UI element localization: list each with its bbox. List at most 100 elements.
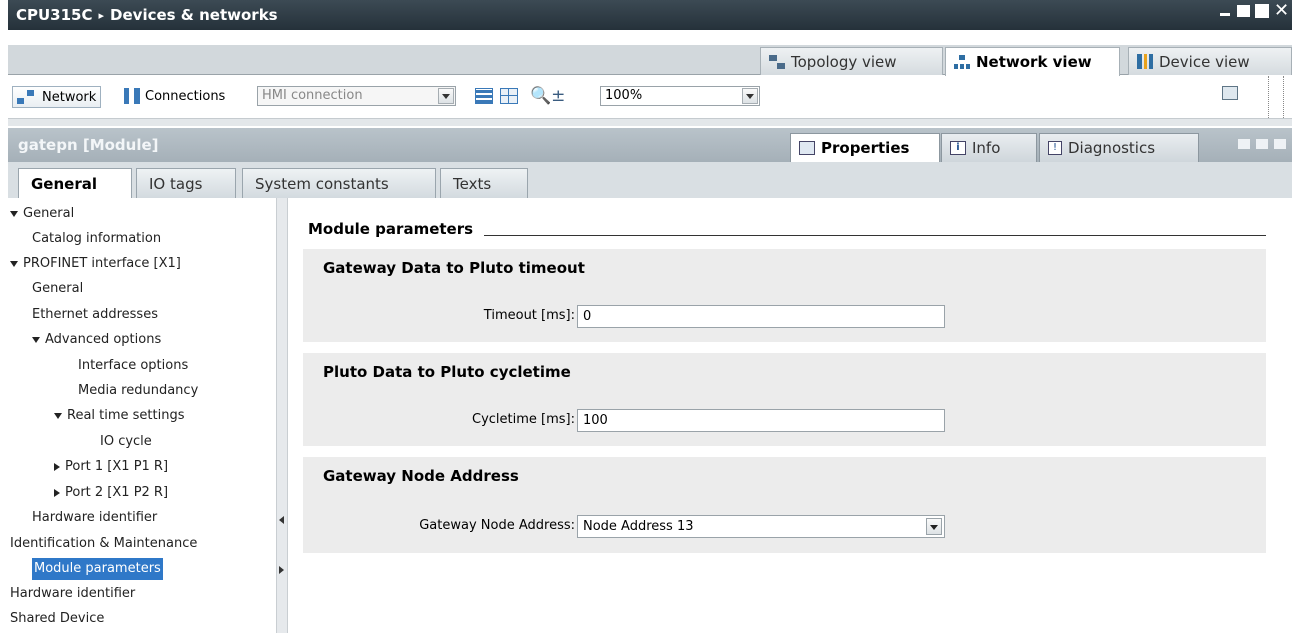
nav-label: Module parameters xyxy=(34,561,161,576)
grid-icon[interactable] xyxy=(500,88,518,104)
nav-item-port-1[interactable]: Port 1 [X1 P1 R] xyxy=(54,456,168,478)
expand-icon[interactable] xyxy=(10,210,18,217)
tab-properties[interactable]: Properties xyxy=(790,133,940,162)
tab-label: IO tags xyxy=(149,174,203,193)
nav-item-module-parameters[interactable]: Module parameters xyxy=(32,558,163,580)
panel-separator[interactable] xyxy=(8,118,1292,126)
nav-label: General xyxy=(23,206,75,221)
tab-label: System constants xyxy=(255,174,389,193)
connections-label: Connections xyxy=(145,88,226,104)
expand-icon[interactable] xyxy=(54,412,62,419)
nav-label: IO cycle xyxy=(100,434,152,449)
nav-label: Shared Device xyxy=(10,611,105,626)
timeout-label: Timeout [ms]: xyxy=(483,308,575,323)
panel-menu-icon[interactable] xyxy=(1256,139,1268,149)
connections-button[interactable]: Connections xyxy=(124,88,225,104)
layout-icon[interactable] xyxy=(1222,86,1238,100)
nav-item-general[interactable]: General xyxy=(10,203,74,225)
nav-label: Identification & Maintenance xyxy=(10,536,198,551)
device-view-icon xyxy=(1137,54,1153,69)
nav-item-interface-general[interactable]: General xyxy=(32,278,83,300)
expand-right-icon[interactable] xyxy=(279,566,284,574)
nav-item-shared-device[interactable]: Shared Device xyxy=(10,608,104,630)
float-panel-icon[interactable] xyxy=(1238,139,1250,149)
tab-label: General xyxy=(31,175,97,193)
node-address-select[interactable]: Node Address 13 xyxy=(577,515,945,538)
inspector-controls xyxy=(1238,139,1286,149)
nav-item-media-redundancy[interactable]: Media redundancy xyxy=(78,380,198,402)
info-icon: i xyxy=(950,141,966,155)
group-title: Gateway Node Address xyxy=(323,467,519,485)
tab-info[interactable]: i Info xyxy=(941,133,1037,162)
breadcrumb-editor: Devices & networks xyxy=(110,6,278,24)
chevron-down-icon[interactable] xyxy=(438,88,454,104)
tab-texts[interactable]: Texts xyxy=(440,168,528,198)
collapse-icon[interactable] xyxy=(54,462,60,471)
tab-label: Topology view xyxy=(791,52,897,71)
timeout-input[interactable]: 0 xyxy=(577,305,945,328)
properties-subtabs: General IO tags System constants Texts xyxy=(8,162,1292,199)
nav-label: Port 1 [X1 P1 R] xyxy=(65,459,169,474)
topology-icon xyxy=(769,54,785,69)
nav-label: Interface options xyxy=(78,358,189,373)
tab-label: Info xyxy=(972,139,1001,157)
minimize-icon[interactable] xyxy=(1218,4,1232,18)
network-label: Network xyxy=(42,89,97,105)
node-address-value: Node Address 13 xyxy=(583,519,694,534)
nav-label: Media redundancy xyxy=(78,383,199,398)
window-title: CPU315C ▸ Devices & networks xyxy=(8,6,278,24)
nav-item-profinet-interface[interactable]: PROFINET interface [X1] xyxy=(10,253,181,275)
section-divider xyxy=(484,235,1266,236)
expand-icon[interactable] xyxy=(32,336,40,343)
nav-item-real-time-settings[interactable]: Real time settings xyxy=(54,405,185,427)
nav-item-identification-maintenance[interactable]: Identification & Maintenance xyxy=(10,533,197,555)
toolbar-grip[interactable] xyxy=(1268,76,1284,124)
maximize-icon[interactable] xyxy=(1255,4,1269,18)
group-title: Gateway Data to Pluto timeout xyxy=(323,259,585,277)
nav-item-interface-hardware-identifier[interactable]: Hardware identifier xyxy=(32,507,157,529)
nav-item-interface-options[interactable]: Interface options xyxy=(78,355,188,377)
cycletime-label: Cycletime [ms]: xyxy=(472,412,575,427)
network-mode-button[interactable]: Network xyxy=(12,86,102,108)
nav-label: Real time settings xyxy=(67,408,185,423)
zoom-select[interactable]: 100% xyxy=(600,86,760,106)
nav-item-hardware-identifier[interactable]: Hardware identifier xyxy=(10,583,135,605)
nav-item-ethernet-addresses[interactable]: Ethernet addresses xyxy=(32,304,158,326)
collapse-icon[interactable] xyxy=(54,488,60,497)
nav-item-io-cycle[interactable]: IO cycle xyxy=(100,431,152,453)
connection-type-select[interactable]: HMI connection xyxy=(257,86,456,106)
close-icon[interactable]: ✕ xyxy=(1274,2,1289,20)
module-parameters-panel: Module parameters Gateway Data to Pluto … xyxy=(288,198,1292,633)
tab-network-view[interactable]: Network view xyxy=(945,47,1120,76)
connection-type-value: HMI connection xyxy=(262,88,363,103)
tab-io-tags[interactable]: IO tags xyxy=(136,168,236,198)
cycletime-input[interactable]: 100 xyxy=(577,409,945,432)
tab-label: Diagnostics xyxy=(1068,139,1156,157)
view-tab-bar: Topology view Network view Device view xyxy=(8,45,1292,76)
nav-item-advanced-options[interactable]: Advanced options xyxy=(32,329,161,351)
collapse-left-icon[interactable] xyxy=(279,516,284,524)
tab-system-constants[interactable]: System constants xyxy=(242,168,436,198)
breadcrumb-separator-icon: ▸ xyxy=(98,8,105,22)
chevron-down-icon[interactable] xyxy=(1274,139,1286,149)
expand-icon[interactable] xyxy=(10,260,18,267)
network-icon xyxy=(17,90,37,104)
chevron-down-icon[interactable] xyxy=(742,88,758,104)
nav-item-catalog-information[interactable]: Catalog information xyxy=(32,228,161,250)
section-heading: Module parameters xyxy=(308,220,474,238)
tab-general[interactable]: General xyxy=(18,168,132,199)
float-window-icon[interactable] xyxy=(1237,5,1250,17)
group-gateway-timeout: Gateway Data to Pluto timeout Timeout [m… xyxy=(303,249,1266,342)
tab-device-view[interactable]: Device view xyxy=(1128,47,1292,75)
diagnostics-icon: ! xyxy=(1048,141,1062,155)
inspector-title: gatepn [Module] xyxy=(18,136,159,154)
tab-diagnostics[interactable]: ! Diagnostics xyxy=(1039,133,1199,162)
nav-item-port-2[interactable]: Port 2 [X1 P2 R] xyxy=(54,482,168,504)
chevron-down-icon[interactable] xyxy=(926,518,942,535)
zoom-icon[interactable]: 🔍± xyxy=(530,88,570,105)
network-overview-icon[interactable] xyxy=(475,88,493,104)
node-address-label: Gateway Node Address: xyxy=(419,518,575,533)
breadcrumb-project[interactable]: CPU315C xyxy=(16,6,93,24)
navigation-splitter[interactable] xyxy=(276,198,288,633)
tab-topology-view[interactable]: Topology view xyxy=(760,47,943,75)
